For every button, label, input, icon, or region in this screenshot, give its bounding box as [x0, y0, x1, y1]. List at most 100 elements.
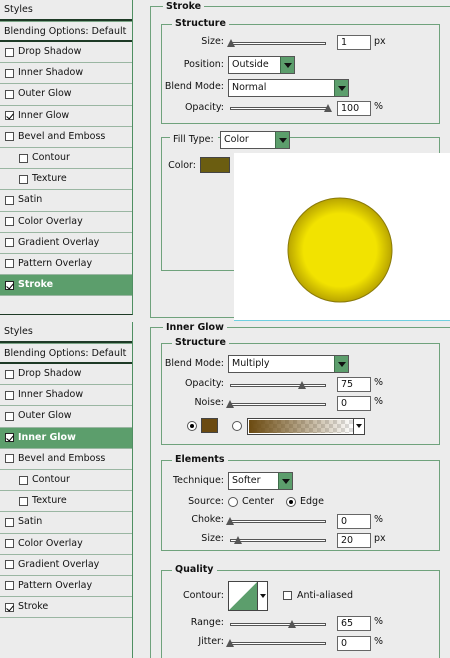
- style-item-texture[interactable]: Texture: [0, 491, 132, 513]
- style-item-pattern-overlay[interactable]: Pattern Overlay: [0, 576, 132, 598]
- chevron-down-icon: [275, 132, 289, 148]
- styles-header: Styles: [0, 322, 132, 343]
- style-checkbox[interactable]: [5, 602, 14, 612]
- style-checkbox[interactable]: [5, 390, 14, 400]
- style-item-label: Outer Glow: [18, 410, 72, 422]
- range-label: Range:: [190, 617, 224, 628]
- style-checkbox[interactable]: [5, 369, 14, 379]
- stroke-color-swatch[interactable]: [200, 157, 230, 173]
- glow-opacity-slider[interactable]: [230, 381, 326, 389]
- style-item-gradient-overlay[interactable]: Gradient Overlay: [0, 233, 132, 254]
- styles-list-panel-bottom: Styles Blending Options: Default Drop Sh…: [0, 322, 133, 658]
- style-checkbox[interactable]: [5, 132, 14, 142]
- glow-color-swatch[interactable]: [201, 418, 218, 433]
- style-item-outer-glow[interactable]: Outer Glow: [0, 406, 132, 428]
- blending-options-item[interactable]: Blending Options: Default: [0, 343, 132, 364]
- stroke-size-unit: px: [374, 36, 386, 47]
- choke-label: Choke:: [191, 514, 224, 525]
- style-item-stroke[interactable]: Stroke: [0, 597, 132, 619]
- glow-blend-select[interactable]: Multiply: [228, 355, 349, 373]
- style-item-label: Color Overlay: [18, 215, 83, 227]
- stroke-opacity-field[interactable]: 100: [337, 101, 371, 116]
- stroke-blend-select[interactable]: Normal: [228, 79, 349, 97]
- style-checkbox[interactable]: [5, 581, 14, 591]
- technique-value: Softer: [232, 475, 261, 486]
- style-checkbox[interactable]: [5, 217, 14, 227]
- style-item-contour[interactable]: Contour: [0, 148, 132, 170]
- style-item-label: Bevel and Emboss: [18, 452, 106, 464]
- style-checkbox[interactable]: [5, 47, 14, 57]
- choke-field[interactable]: 0: [337, 514, 371, 529]
- style-item-outer-glow[interactable]: Outer Glow: [0, 84, 132, 106]
- glow-gradient-radio[interactable]: [232, 421, 242, 431]
- style-item-gradient-overlay[interactable]: Gradient Overlay: [0, 555, 132, 576]
- style-item-drop-shadow[interactable]: Drop Shadow: [0, 42, 132, 64]
- range-slider[interactable]: [230, 620, 326, 628]
- style-item-inner-shadow[interactable]: Inner Shadow: [0, 63, 132, 85]
- style-checkbox[interactable]: [5, 411, 14, 421]
- style-checkbox[interactable]: [5, 259, 14, 269]
- choke-slider[interactable]: [226, 517, 326, 525]
- glow-noise-field[interactable]: 0: [337, 396, 371, 411]
- glow-opacity-field[interactable]: 75: [337, 377, 371, 392]
- anti-aliased-checkbox[interactable]: [283, 591, 292, 600]
- jitter-field[interactable]: 0: [337, 636, 371, 651]
- fill-type-value: Color: [224, 134, 249, 145]
- style-checkbox[interactable]: [5, 238, 14, 248]
- stroke-size-slider[interactable]: [226, 39, 326, 47]
- style-item-label: Inner Glow: [18, 431, 76, 443]
- elements-title: Elements: [172, 454, 228, 466]
- range-field[interactable]: 65: [337, 616, 371, 631]
- glow-size-slider[interactable]: [230, 536, 326, 544]
- style-checkbox[interactable]: [5, 68, 14, 78]
- fill-type-select[interactable]: Color: [220, 131, 290, 149]
- jitter-slider[interactable]: [226, 639, 326, 647]
- style-checkbox[interactable]: [19, 475, 28, 485]
- glow-size-field[interactable]: 20: [337, 533, 371, 548]
- glow-gradient-picker[interactable]: [247, 418, 365, 435]
- technique-select[interactable]: Softer: [228, 472, 293, 490]
- style-item-label: Satin: [18, 516, 43, 528]
- style-checkbox[interactable]: [5, 517, 14, 527]
- style-checkbox[interactable]: [19, 496, 28, 506]
- style-checkbox[interactable]: [19, 153, 28, 163]
- inner-glow-structure-title: Structure: [172, 337, 229, 349]
- style-item-stroke[interactable]: Stroke: [0, 275, 132, 297]
- style-checkbox[interactable]: [5, 89, 14, 99]
- style-checkbox[interactable]: [5, 560, 14, 570]
- style-checkbox[interactable]: [5, 539, 14, 549]
- stroke-opacity-slider[interactable]: [230, 104, 332, 112]
- contour-picker[interactable]: [228, 581, 268, 611]
- style-checkbox[interactable]: [5, 195, 14, 205]
- style-item-label: Color Overlay: [18, 537, 83, 549]
- source-center-radio[interactable]: [228, 497, 238, 507]
- style-item-contour[interactable]: Contour: [0, 470, 132, 492]
- style-item-inner-glow[interactable]: Inner Glow: [0, 106, 132, 127]
- source-edge-radio[interactable]: [286, 497, 296, 507]
- stroke-position-select[interactable]: Outside: [228, 56, 295, 74]
- style-item-pattern-overlay[interactable]: Pattern Overlay: [0, 254, 132, 276]
- stroke-size-field[interactable]: 1: [337, 35, 371, 50]
- style-checkbox[interactable]: [5, 111, 14, 121]
- blending-options-item[interactable]: Blending Options: Default: [0, 21, 132, 42]
- style-item-inner-shadow[interactable]: Inner Shadow: [0, 385, 132, 407]
- style-item-bevel-and-emboss[interactable]: Bevel and Emboss: [0, 127, 132, 148]
- style-checkbox[interactable]: [5, 433, 14, 443]
- style-checkbox[interactable]: [5, 280, 14, 290]
- style-item-satin[interactable]: Satin: [0, 512, 132, 534]
- style-item-drop-shadow[interactable]: Drop Shadow: [0, 364, 132, 386]
- style-item-texture[interactable]: Texture: [0, 169, 132, 191]
- glow-color-radio[interactable]: [187, 421, 197, 431]
- glow-noise-slider[interactable]: [226, 400, 326, 408]
- style-item-color-overlay[interactable]: Color Overlay: [0, 534, 132, 555]
- style-item-satin[interactable]: Satin: [0, 190, 132, 212]
- style-item-inner-glow[interactable]: Inner Glow: [0, 427, 132, 449]
- style-item-label: Stroke: [18, 279, 54, 291]
- style-item-color-overlay[interactable]: Color Overlay: [0, 212, 132, 233]
- chevron-down-icon: [278, 473, 292, 489]
- style-item-bevel-and-emboss[interactable]: Bevel and Emboss: [0, 449, 132, 470]
- style-item-label: Gradient Overlay: [18, 236, 100, 248]
- style-checkbox[interactable]: [5, 454, 14, 464]
- style-checkbox[interactable]: [19, 174, 28, 184]
- yellow-circle-preview: [287, 197, 393, 303]
